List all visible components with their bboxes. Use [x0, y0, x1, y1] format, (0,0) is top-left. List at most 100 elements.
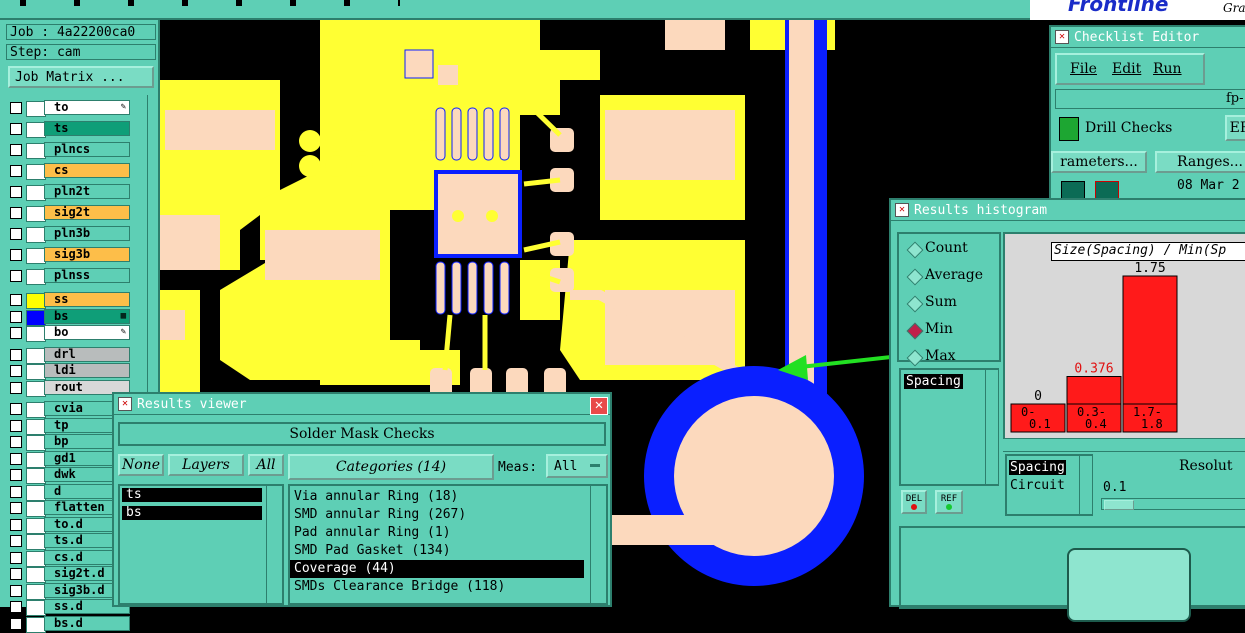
layer-checkbox[interactable]: [10, 485, 22, 498]
radio-indicator[interactable]: [906, 349, 924, 367]
layer-color-swatch[interactable]: [26, 484, 46, 501]
layer-checkbox[interactable]: [10, 365, 22, 377]
resolution-slider[interactable]: [1101, 498, 1245, 510]
layer-row[interactable]: d: [8, 483, 130, 501]
layer-name[interactable]: plnss: [44, 268, 130, 283]
layer-color-swatch[interactable]: [26, 534, 46, 550]
field-list[interactable]: Spacing Circuit: [1005, 454, 1093, 516]
layer-results-scrollbar[interactable]: [266, 486, 281, 603]
layer-checkbox[interactable]: [10, 452, 22, 465]
radio-indicator[interactable]: [906, 295, 924, 313]
layer-color-swatch[interactable]: [26, 468, 46, 484]
layer-color-swatch[interactable]: [26, 309, 46, 326]
window-menu-icon[interactable]: ✕: [1055, 30, 1069, 44]
layer-color-swatch[interactable]: [26, 269, 46, 285]
layer-row[interactable]: ts.d: [8, 533, 130, 550]
layer-color-swatch[interactable]: [26, 380, 46, 397]
layer-checkbox[interactable]: [10, 584, 22, 597]
category-item[interactable]: SMDs Clearance Bridge (118): [290, 578, 584, 596]
field-list-selected[interactable]: Spacing: [1009, 460, 1066, 475]
job-matrix-button[interactable]: Job Matrix ...: [8, 66, 154, 88]
layer-checkbox[interactable]: [10, 617, 22, 630]
layer-row[interactable]: pln2t: [8, 184, 130, 201]
layer-name[interactable]: bo: [44, 325, 130, 340]
layer-color-swatch[interactable]: [26, 122, 46, 138]
layer-color-swatch[interactable]: [26, 347, 46, 364]
layer-color-swatch[interactable]: [26, 101, 46, 117]
layer-row[interactable]: tp: [8, 417, 130, 435]
layer-checkbox[interactable]: [10, 294, 22, 306]
layer-color-swatch[interactable]: [26, 501, 46, 517]
layer-row[interactable]: cs.d: [8, 549, 130, 567]
layer-checkbox[interactable]: [10, 102, 22, 114]
layer-row[interactable]: bo ✎: [8, 325, 130, 342]
field-list-scrollbar[interactable]: [1079, 456, 1092, 514]
measure-list-scrollbar[interactable]: [985, 370, 998, 484]
layer-color-swatch[interactable]: [26, 185, 46, 201]
ref-button[interactable]: REF: [935, 490, 963, 514]
layer-row[interactable]: ldi: [8, 363, 130, 380]
layer-checkbox[interactable]: [10, 601, 22, 613]
layer-name[interactable]: ts: [44, 121, 130, 136]
layer-name[interactable]: bs.d: [44, 615, 130, 631]
layer-result-item[interactable]: ts: [122, 488, 262, 502]
layer-color-swatch[interactable]: [26, 364, 46, 380]
layer-result-item[interactable]: bs: [122, 506, 262, 520]
layer-checkbox[interactable]: [10, 551, 22, 564]
drill-checks-row[interactable]: Drill Checks: [1055, 115, 1215, 141]
er-button[interactable]: ER: [1225, 115, 1245, 141]
layer-color-swatch[interactable]: [26, 248, 46, 264]
category-item[interactable]: Pad annular Ring (1): [290, 524, 584, 542]
layer-checkbox[interactable]: [10, 419, 22, 432]
results-viewer-titlebar[interactable]: ✕ Results viewer: [114, 394, 610, 415]
layer-row[interactable]: bs ▦: [8, 308, 130, 326]
layer-row[interactable]: sig2t.d: [8, 566, 130, 583]
category-item[interactable]: SMD annular Ring (267): [290, 506, 584, 524]
layer-checkbox[interactable]: [10, 144, 22, 156]
resolution-slider-handle[interactable]: [1104, 500, 1134, 510]
layer-color-swatch[interactable]: [26, 616, 46, 633]
radio-indicator[interactable]: [906, 241, 924, 259]
layer-checkbox[interactable]: [10, 502, 22, 514]
del-button[interactable]: DEL: [901, 490, 927, 514]
layer-row[interactable]: sig2t: [8, 205, 130, 222]
layer-color-swatch[interactable]: [26, 206, 46, 222]
checklist-name-field[interactable]: fp-: [1055, 89, 1245, 109]
layer-checkbox[interactable]: [10, 436, 22, 448]
close-icon[interactable]: ✕: [590, 397, 608, 415]
layer-color-swatch[interactable]: [26, 517, 46, 534]
layer-color-swatch[interactable]: [26, 451, 46, 468]
chart-scrollbar[interactable]: [1003, 438, 1245, 451]
layer-checkbox[interactable]: [10, 348, 22, 361]
mode-radio-count[interactable]: Count: [899, 240, 999, 259]
layer-checkbox[interactable]: [10, 270, 22, 282]
layer-row[interactable]: sig3b.d: [8, 582, 130, 600]
histogram-bar[interactable]: [1122, 275, 1178, 405]
layer-row[interactable]: ss: [8, 292, 130, 309]
none-button[interactable]: None: [118, 454, 164, 476]
parameters-button[interactable]: rameters...: [1051, 151, 1147, 173]
menu-run[interactable]: Run: [1153, 61, 1182, 77]
layer-checkbox[interactable]: [10, 123, 22, 135]
layer-color-swatch[interactable]: [26, 567, 46, 583]
layer-color-swatch[interactable]: [26, 418, 46, 435]
layer-name[interactable]: cs: [44, 163, 130, 178]
layer-name[interactable]: plncs: [44, 142, 130, 157]
layer-row[interactable]: ss.d: [8, 599, 130, 616]
results-histogram-titlebar[interactable]: ✕ Results histogram: [891, 200, 1245, 221]
layer-row[interactable]: drl: [8, 346, 130, 364]
layer-color-swatch[interactable]: [26, 600, 46, 616]
radio-indicator[interactable]: [906, 268, 924, 286]
categories-button[interactable]: Categories (14): [288, 454, 494, 480]
layer-row[interactable]: plnss: [8, 268, 130, 285]
field-list-item[interactable]: Circuit: [1010, 478, 1065, 493]
mode-radio-min[interactable]: Min: [899, 321, 999, 340]
layer-row[interactable]: plncs: [8, 142, 130, 159]
layer-row[interactable]: to ✎: [8, 100, 130, 117]
layer-checkbox[interactable]: [10, 381, 22, 394]
layer-name[interactable]: to: [44, 100, 130, 115]
histogram-bar[interactable]: [1066, 375, 1122, 405]
layer-checkbox[interactable]: [10, 469, 22, 481]
layer-checkbox[interactable]: [10, 207, 22, 219]
layer-color-swatch[interactable]: [26, 326, 46, 342]
